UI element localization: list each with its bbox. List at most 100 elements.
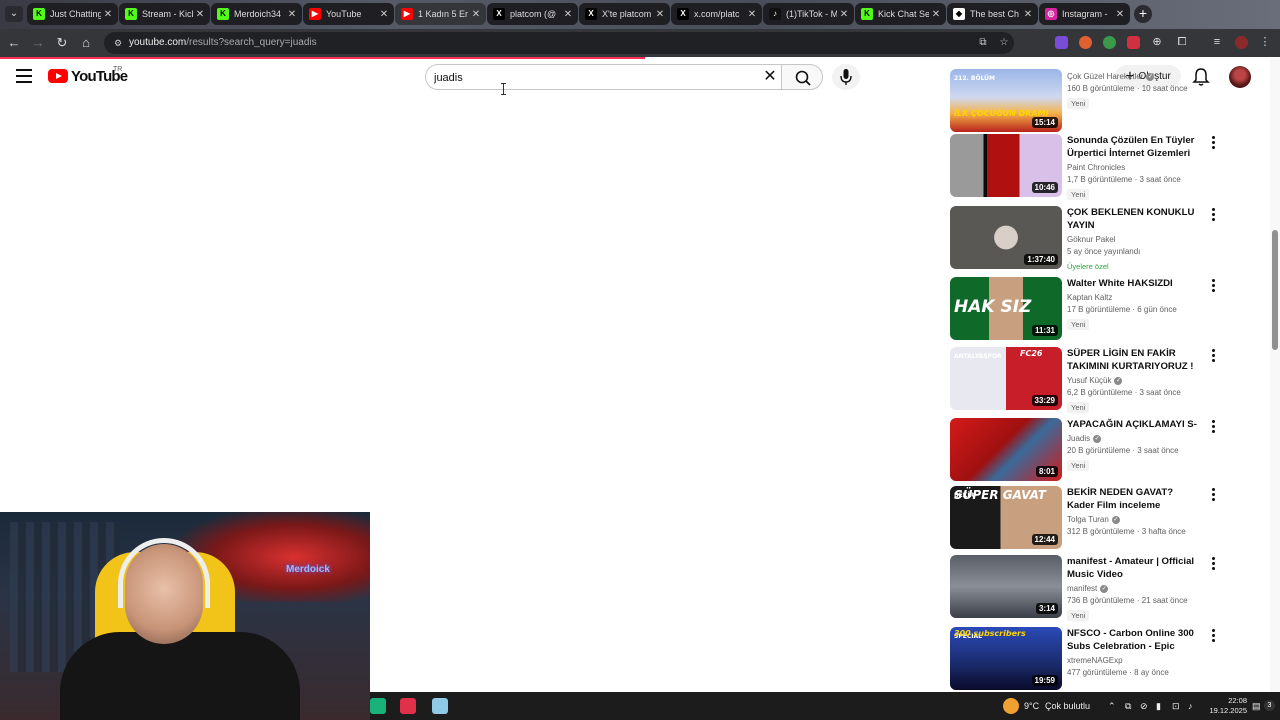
network-icon[interactable]: ⊡	[1172, 692, 1180, 720]
video-thumbnail[interactable]: 8:01	[950, 418, 1062, 481]
close-tab-icon[interactable]: ✕	[193, 9, 207, 20]
notification-center-icon[interactable]: ▤	[1252, 692, 1261, 720]
channel-name[interactable]: xtremeNAGExp	[1067, 656, 1202, 665]
search-button[interactable]	[781, 64, 823, 90]
close-tab-icon[interactable]: ✕	[377, 9, 391, 20]
close-tab-icon[interactable]: ✕	[745, 9, 759, 20]
video-menu-icon[interactable]	[1209, 136, 1217, 150]
video-title[interactable]: SÜPER LİGİN EN FAKİR TAKIMINI KURTARIYOR…	[1067, 347, 1202, 373]
guide-menu-icon[interactable]	[16, 69, 32, 83]
video-menu-icon[interactable]	[1209, 208, 1217, 222]
tray-chevron-icon[interactable]: ⌃	[1108, 692, 1116, 720]
clear-search-icon[interactable]: ✕	[760, 67, 780, 87]
video-thumbnail[interactable]: BEKİR SÜPER GAVAT 12:44	[950, 486, 1062, 549]
volume-icon[interactable]: ♪	[1188, 692, 1193, 720]
video-thumbnail[interactable]: 3:14	[950, 555, 1062, 618]
video-result[interactable]: 1:37:40 ÇOK BEKLENEN KONUKLU YAYIN Göknur …	[950, 206, 1220, 272]
taskbar-app-icon-1[interactable]	[370, 698, 386, 714]
close-tab-icon[interactable]: ✕	[1021, 9, 1035, 20]
video-menu-icon[interactable]	[1209, 557, 1217, 571]
scrollbar-thumb[interactable]	[1272, 230, 1278, 350]
tab-search-menu-icon[interactable]: ⌄	[5, 6, 23, 22]
video-title[interactable]: manifest - Amateur | Official Music Vide…	[1067, 555, 1202, 581]
youtube-logo-icon[interactable]	[48, 69, 68, 83]
search-input[interactable]	[434, 69, 734, 87]
browser-tab[interactable]: ▶ 1 Kadın 5 Er ✕	[395, 3, 486, 25]
back-button[interactable]: ←	[6, 35, 22, 51]
taskbar-app-icon-3[interactable]	[432, 698, 448, 714]
account-avatar[interactable]	[1229, 66, 1251, 88]
scrollbar[interactable]	[1270, 59, 1280, 692]
video-result[interactable]: BEKİR SÜPER GAVAT 12:44 BEKİR NEDEN GAVAT? …	[950, 486, 1220, 552]
site-info-icon[interactable]: ⚙	[112, 37, 124, 49]
extension-icon-1[interactable]	[1055, 36, 1068, 49]
video-title[interactable]: YAPACAĞIN AÇIKLAMAYI S-	[1067, 418, 1202, 431]
install-app-icon[interactable]: ⧉	[977, 37, 989, 49]
video-result[interactable]: ANTALYASPOR FC26 33:29 SÜPER LİGİN EN FAKİR…	[950, 347, 1220, 413]
video-menu-icon[interactable]	[1209, 629, 1217, 643]
close-tab-icon[interactable]: ✕	[469, 9, 483, 20]
tray-icon-1[interactable]: ⧉	[1125, 692, 1131, 720]
browser-tab[interactable]: ◆ The best Ch ✕	[947, 3, 1038, 25]
reading-list-icon[interactable]: ≡	[1210, 35, 1224, 49]
video-thumbnail[interactable]: 10:46	[950, 134, 1062, 197]
video-result[interactable]: 3:14 manifest - Amateur | Official Music …	[950, 555, 1220, 621]
voice-search-button[interactable]	[832, 64, 860, 90]
video-result[interactable]: HAK SIZ 11:31 Walter White HAKSIZDI Kaptan …	[950, 277, 1220, 343]
home-button[interactable]: ⌂	[78, 35, 94, 51]
battery-icon[interactable]: ▮	[1156, 692, 1161, 720]
extension-icon-5[interactable]: ⊕	[1150, 35, 1164, 49]
video-menu-icon[interactable]	[1209, 488, 1217, 502]
browser-tab[interactable]: Xplatcom (@ ✕	[487, 3, 578, 25]
profile-avatar-icon[interactable]	[1235, 36, 1248, 49]
video-thumbnail[interactable]: ANTALYASPOR FC26 33:29	[950, 347, 1062, 410]
channel-name[interactable]: Juadis ✓	[1067, 434, 1202, 443]
channel-name[interactable]: Kaptan Kaltz	[1067, 293, 1202, 302]
browser-tab[interactable]: ♪ (1)TikTok - M ✕	[763, 3, 854, 25]
browser-tab[interactable]: ◎ Instagram - ✕	[1039, 3, 1130, 25]
close-tab-icon[interactable]: ✕	[837, 9, 851, 20]
browser-menu-icon[interactable]: ⋮	[1258, 35, 1272, 49]
video-title[interactable]: NFSCO - Carbon Online 300 Subs Celebrati…	[1067, 627, 1202, 653]
video-result[interactable]: 8:01 YAPACAĞIN AÇIKLAMAYI S- Juadis ✓ 20 B g…	[950, 418, 1220, 484]
extensions-puzzle-icon[interactable]: ⧠	[1175, 35, 1189, 49]
extension-icon-4[interactable]	[1127, 36, 1140, 49]
extension-icon-2[interactable]	[1079, 36, 1092, 49]
reload-button[interactable]: ↻	[54, 35, 70, 51]
close-tab-icon[interactable]: ✕	[285, 9, 299, 20]
browser-tab[interactable]: ▶ YouTube ✕	[303, 3, 394, 25]
video-thumbnail[interactable]: HAK SIZ 11:31	[950, 277, 1062, 340]
channel-name[interactable]: Paint Chronicles	[1067, 163, 1202, 172]
video-title[interactable]: ÇOK BEKLENEN KONUKLU YAYIN	[1067, 206, 1202, 232]
video-result[interactable]: SPECIAL 300 subscribers 19:59 NFSCO - Carbo…	[950, 627, 1220, 693]
close-tab-icon[interactable]: ✕	[561, 9, 575, 20]
video-title[interactable]: Sonunda Çözülen En Tüyler Ürpertici İnte…	[1067, 134, 1202, 160]
weather-text[interactable]: Çok bulutlu	[1045, 692, 1090, 720]
video-thumbnail[interactable]: SPECIAL 300 subscribers 19:59	[950, 627, 1062, 690]
browser-tab[interactable]: Xx.com/platc ✕	[671, 3, 762, 25]
weather-temp[interactable]: 9°C	[1024, 692, 1039, 720]
address-bar[interactable]: ⚙ youtube.com/results?search_query=juadi…	[104, 32, 1014, 54]
video-result[interactable]: 212. BÖLÜM İLK ÇOCUĞUN DRAMI 15:14 Çok Güze…	[950, 69, 1220, 135]
video-menu-icon[interactable]	[1209, 279, 1217, 293]
video-title[interactable]: BEKİR NEDEN GAVAT? Kader Film inceleme	[1067, 486, 1202, 512]
forward-button[interactable]: →	[30, 35, 46, 51]
new-tab-button[interactable]: +	[1134, 5, 1152, 23]
browser-tab[interactable]: K Kick Chat Se ✕	[855, 3, 946, 25]
video-thumbnail[interactable]: 212. BÖLÜM İLK ÇOCUĞUN DRAMI 15:14	[950, 69, 1062, 132]
channel-name[interactable]: Yusuf Küçük ✓	[1067, 376, 1202, 385]
channel-name[interactable]: Çok Güzel Hareketler ✓	[1067, 72, 1202, 81]
browser-tab[interactable]: K Merdoich34 ✕	[211, 3, 302, 25]
channel-name[interactable]: Göknur Pakel	[1067, 235, 1202, 244]
close-tab-icon[interactable]: ✕	[653, 9, 667, 20]
browser-tab[interactable]: K Stream - Kick ✕	[119, 3, 210, 25]
taskbar-clock[interactable]: 22:08 19.12.2025	[1197, 696, 1247, 716]
close-tab-icon[interactable]: ✕	[101, 9, 115, 20]
close-tab-icon[interactable]: ✕	[1113, 9, 1127, 20]
browser-tab[interactable]: K Just Chatting ✕	[27, 3, 118, 25]
video-result[interactable]: 10:46 Sonunda Çözülen En Tüyler Ürpertici…	[950, 134, 1220, 200]
browser-tab[interactable]: X X'te platcom ✕	[579, 3, 670, 25]
bookmark-star-icon[interactable]: ☆	[998, 37, 1010, 49]
extension-icon-3[interactable]	[1103, 36, 1116, 49]
taskbar-app-icon-2[interactable]	[400, 698, 416, 714]
